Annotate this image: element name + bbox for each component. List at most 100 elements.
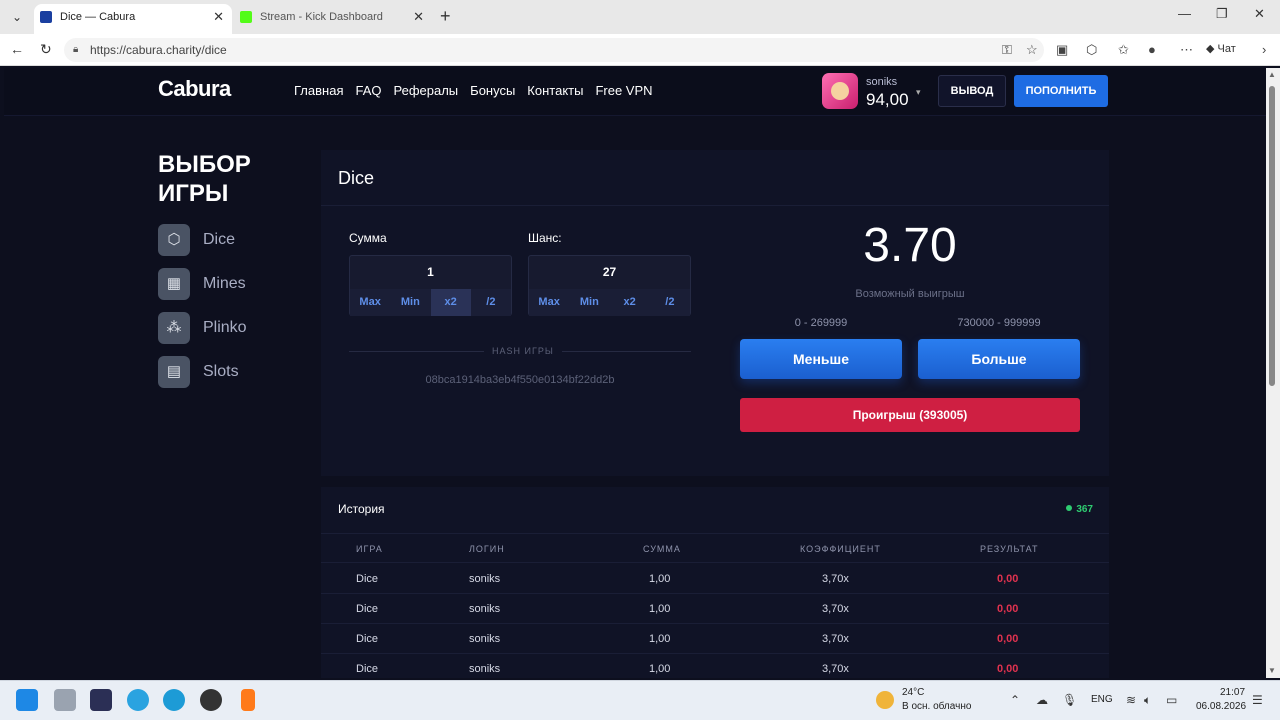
game-item-slots[interactable]: ▤ Slots bbox=[158, 356, 298, 400]
notifications-icon[interactable]: ☰ bbox=[1252, 693, 1263, 707]
cell-coef: 3,70x bbox=[822, 663, 849, 675]
language-indicator[interactable]: ENG bbox=[1091, 694, 1113, 705]
more-menu-icon[interactable]: ⋯ bbox=[1180, 42, 1193, 58]
balance: 94,00 bbox=[866, 90, 909, 109]
minimize-icon[interactable]: — bbox=[1178, 6, 1191, 21]
browser-toolbar: ← ↻ 🔒︎ https://cabura.charity/dice ⚿ ☆ ▣… bbox=[0, 34, 1280, 66]
page: Cabura Главная FAQ Рефералы Бонусы Конта… bbox=[4, 68, 1266, 678]
scroll-down-icon[interactable]: ▼ bbox=[1268, 666, 1276, 675]
back-icon[interactable]: ← bbox=[10, 41, 24, 57]
sum-half-button[interactable]: /2 bbox=[471, 289, 511, 316]
tab-list-chevron-icon[interactable]: ⌄ bbox=[8, 8, 26, 26]
chance-min-button[interactable]: Min bbox=[569, 289, 609, 316]
scroll-up-icon[interactable]: ▲ bbox=[1268, 70, 1276, 79]
site-logo[interactable]: Cabura bbox=[158, 76, 231, 102]
microphone-icon[interactable]: 🎙︎ bbox=[1062, 693, 1077, 707]
nav-link-free-vpn[interactable]: Free VPN bbox=[595, 83, 652, 98]
sum-min-button[interactable]: Min bbox=[390, 289, 430, 316]
sum-field[interactable]: 1 Max Min x2 /2 bbox=[349, 255, 512, 316]
close-tab-icon[interactable]: ✕ bbox=[213, 4, 224, 30]
chance-field[interactable]: 27 Max Min x2 /2 bbox=[528, 255, 691, 316]
cell-result: 0,00 bbox=[997, 573, 1019, 585]
address-bar[interactable]: 🔒︎ https://cabura.charity/dice bbox=[64, 38, 1044, 62]
game-label: Plinko bbox=[203, 319, 247, 336]
less-button[interactable]: Меньше bbox=[740, 339, 902, 379]
game-item-dice[interactable]: ⬡ Dice bbox=[158, 224, 298, 268]
nav-link-faq[interactable]: FAQ bbox=[355, 83, 381, 98]
panel-header: Dice bbox=[321, 150, 1109, 206]
windows-taskbar: 24°C В осн. облачно ⌃ ☁ 🎙︎ ENG ≋ 🔈︎ ▭ 21… bbox=[0, 680, 1280, 720]
copilot-button[interactable]: ◆ Чат bbox=[1206, 42, 1236, 55]
game-label: Mines bbox=[203, 275, 246, 292]
cell-login: soniks bbox=[469, 663, 501, 675]
range-high: 730000 - 999999 bbox=[957, 317, 1041, 329]
weather-icon[interactable] bbox=[876, 691, 894, 709]
task-view-icon[interactable] bbox=[54, 689, 76, 711]
tray-chevron-icon[interactable]: ⌃ bbox=[1010, 693, 1020, 707]
table-row: Dice soniks 1,00 3,70x 0,00 bbox=[321, 564, 1109, 594]
hash-label: HASH ИГРЫ bbox=[484, 346, 562, 356]
microphone-app-icon[interactable] bbox=[241, 689, 255, 711]
cell-result: 0,00 bbox=[997, 663, 1019, 675]
cell-game: Dice bbox=[356, 573, 379, 585]
chance-max-button[interactable]: Max bbox=[529, 289, 569, 316]
result-banner: Проигрыш (393005) bbox=[740, 398, 1080, 432]
page-scrollbar[interactable]: ▲ ▼ bbox=[1266, 68, 1280, 678]
new-tab-icon[interactable]: + bbox=[440, 6, 451, 27]
browser-tab-kick[interactable]: Stream - Kick Dashboard ✕ bbox=[234, 4, 432, 34]
favorites-icon[interactable]: ✩ bbox=[1118, 42, 1129, 58]
nav-link-bonuses[interactable]: Бонусы bbox=[470, 83, 515, 98]
more-button[interactable]: Больше bbox=[918, 339, 1080, 379]
chevron-down-icon[interactable]: ▾ bbox=[916, 87, 921, 98]
battery-icon[interactable]: ▭ bbox=[1166, 693, 1177, 707]
sum-input[interactable]: 1 bbox=[350, 265, 511, 279]
withdraw-button[interactable]: ВЫВОД bbox=[938, 75, 1006, 107]
clock-time[interactable]: 21:07 bbox=[1220, 687, 1245, 698]
scrollbar-thumb[interactable] bbox=[1269, 86, 1275, 386]
reload-icon[interactable]: ↻ bbox=[40, 41, 52, 58]
clock-date[interactable]: 06.08.2026 bbox=[1196, 701, 1246, 712]
close-window-icon[interactable]: ✕ bbox=[1254, 6, 1265, 22]
profile-icon[interactable]: ● bbox=[1148, 42, 1156, 57]
weather-desc: В осн. облачно bbox=[902, 701, 972, 712]
key-icon[interactable]: ⚿ bbox=[1002, 42, 1012, 58]
obs-icon[interactable] bbox=[200, 689, 222, 711]
sum-max-button[interactable]: Max bbox=[350, 289, 390, 316]
app-icon[interactable] bbox=[90, 689, 112, 711]
volume-icon[interactable]: 🔈︎ bbox=[1144, 693, 1151, 708]
game-item-mines[interactable]: ▦ Mines bbox=[158, 268, 298, 312]
close-tab-icon[interactable]: ✕ bbox=[413, 4, 424, 30]
cell-game: Dice bbox=[356, 603, 379, 615]
game-title: Dice bbox=[338, 168, 375, 188]
chance-x2-button[interactable]: x2 bbox=[610, 289, 650, 316]
wifi-icon[interactable]: ≋ bbox=[1126, 693, 1136, 707]
game-item-plinko[interactable]: ⁂ Plinko bbox=[158, 312, 298, 356]
nav-link-home[interactable]: Главная bbox=[294, 83, 343, 98]
collapse-chevron-icon[interactable]: › bbox=[1262, 42, 1266, 57]
sum-x2-button[interactable]: x2 bbox=[430, 289, 471, 316]
deposit-button[interactable]: ПОПОЛНИТЬ bbox=[1014, 75, 1108, 107]
telegram-icon[interactable] bbox=[127, 689, 149, 711]
cell-coef: 3,70x bbox=[822, 573, 849, 585]
history-table-header: ИГРА ЛОГИН СУММА КОЭФФИЦИЕНТ РЕЗУЛЬТАТ bbox=[321, 533, 1109, 563]
nav-link-referrals[interactable]: Рефералы bbox=[394, 83, 459, 98]
browser-tab-dice[interactable]: Dice — Cabura ✕ bbox=[34, 4, 232, 34]
start-icon[interactable] bbox=[16, 689, 38, 711]
copilot-label: Чат bbox=[1217, 43, 1236, 55]
favorite-star-icon[interactable]: ☆ bbox=[1026, 42, 1038, 58]
onedrive-icon[interactable]: ☁ bbox=[1036, 693, 1048, 707]
maximize-icon[interactable]: ❐ bbox=[1216, 6, 1228, 22]
site-info-icon[interactable]: 🔒︎ bbox=[73, 38, 78, 62]
chance-label: Шанс: bbox=[528, 231, 562, 245]
puzzle-extensions-icon[interactable]: ⬡ bbox=[1086, 42, 1097, 58]
nav-link-contacts[interactable]: Контакты bbox=[527, 83, 583, 98]
chance-half-button[interactable]: /2 bbox=[650, 289, 690, 316]
username: soniks bbox=[866, 76, 898, 88]
avatar[interactable] bbox=[822, 73, 858, 109]
kick-favicon-icon bbox=[240, 11, 252, 23]
extension-icon[interactable]: ▣ bbox=[1056, 42, 1068, 58]
game-select-title: ВЫБОР ИГРЫ bbox=[158, 151, 251, 207]
range-low: 0 - 269999 bbox=[794, 317, 848, 329]
edge-icon[interactable] bbox=[163, 689, 185, 711]
chance-input[interactable]: 27 bbox=[529, 265, 690, 279]
